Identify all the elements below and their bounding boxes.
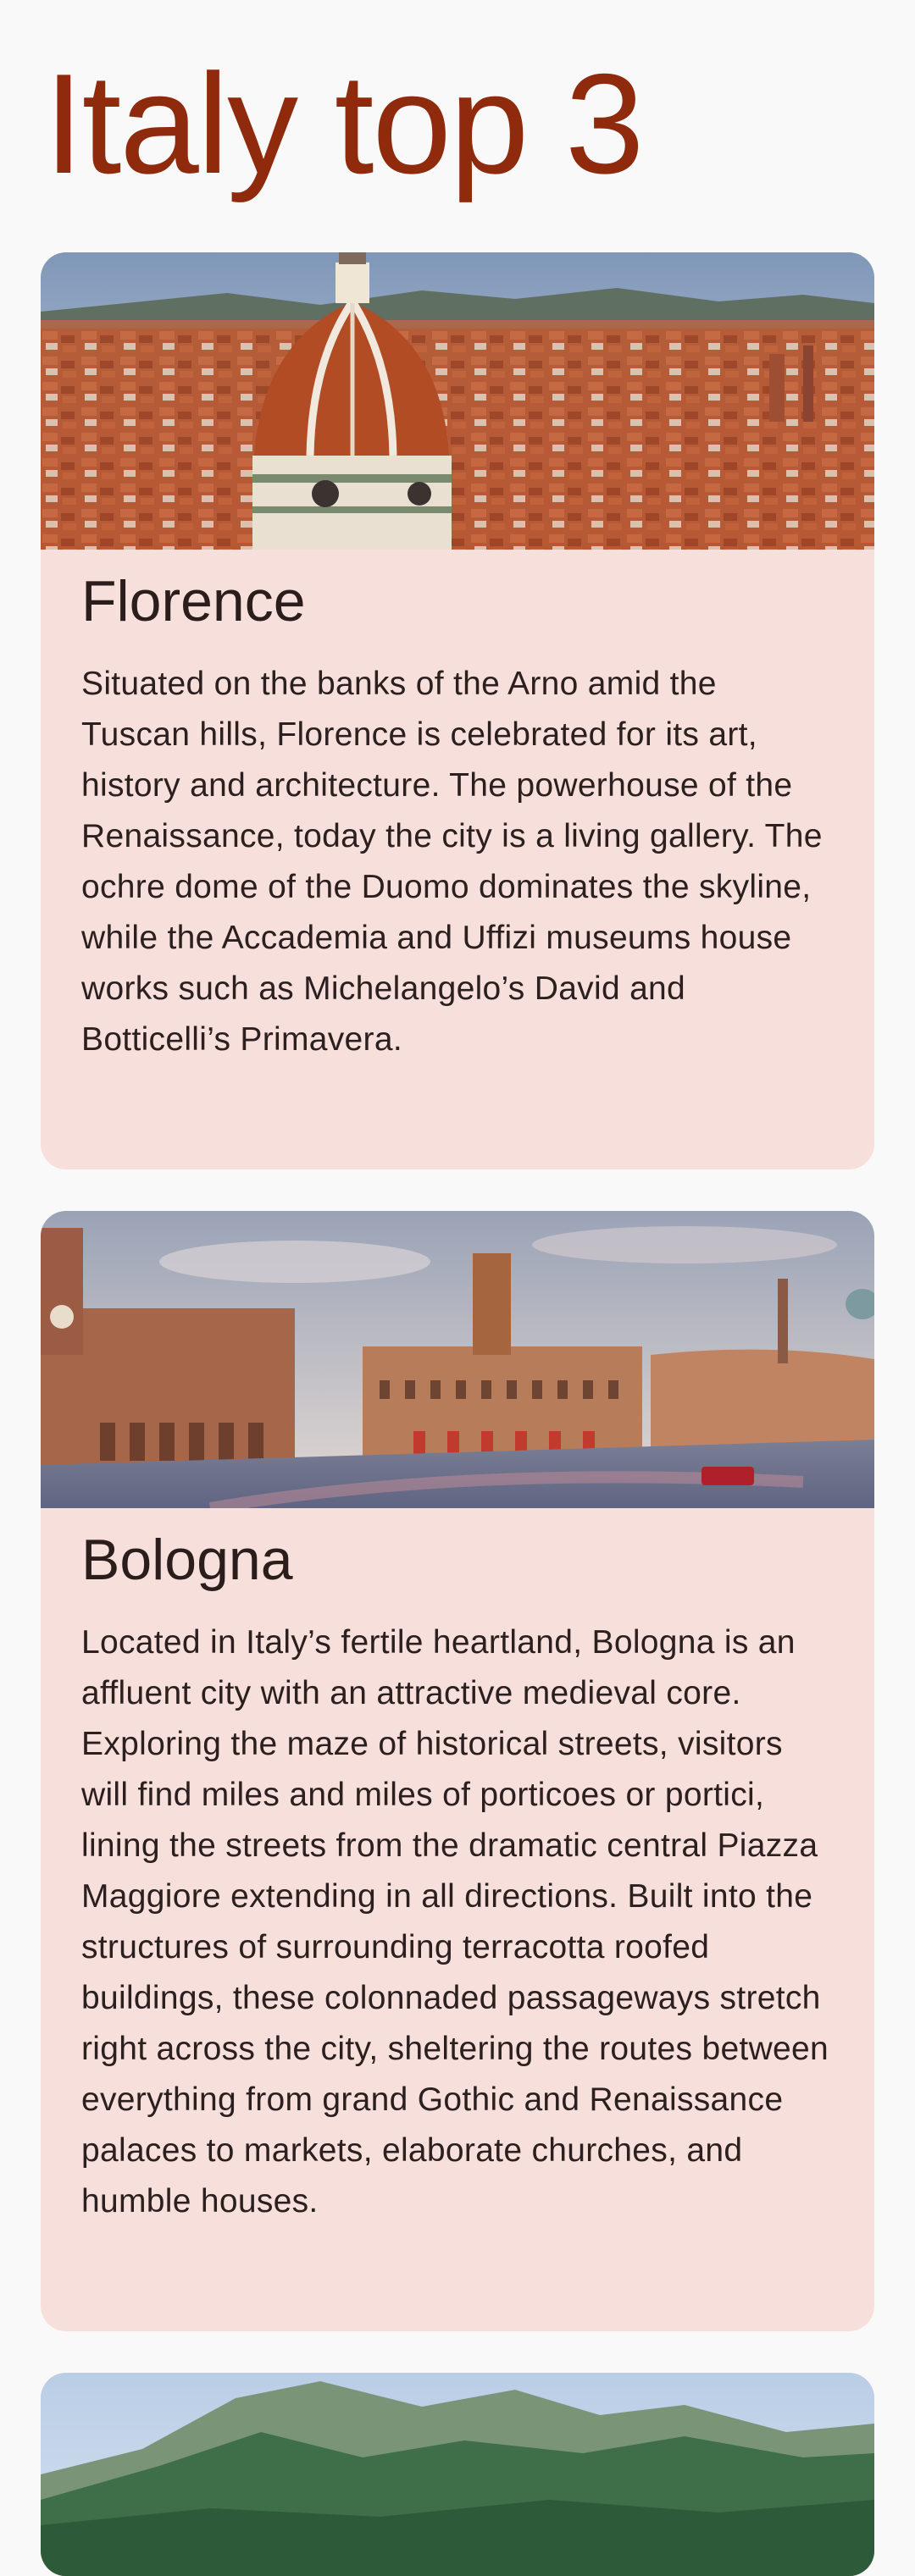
card-title: Bologna [81, 1528, 293, 1592]
card-description: Situated on the banks of the Arno amid t… [81, 665, 823, 1058]
card-title: Florence [81, 569, 306, 633]
page-title: Italy top 3 [44, 44, 644, 203]
florence-photo [41, 252, 874, 550]
destination-card-bologna[interactable]: Bologna Located in Italy’s fertile heart… [41, 1211, 874, 2331]
destination-card-third[interactable] [41, 2373, 874, 2576]
bologna-photo [41, 1211, 874, 1508]
card-description: Located in Italy’s fertile heartland, Bo… [81, 1623, 829, 2219]
mountain-landscape-photo [41, 2373, 874, 2576]
destination-card-florence[interactable]: Florence Situated on the banks of the Ar… [41, 252, 874, 1169]
